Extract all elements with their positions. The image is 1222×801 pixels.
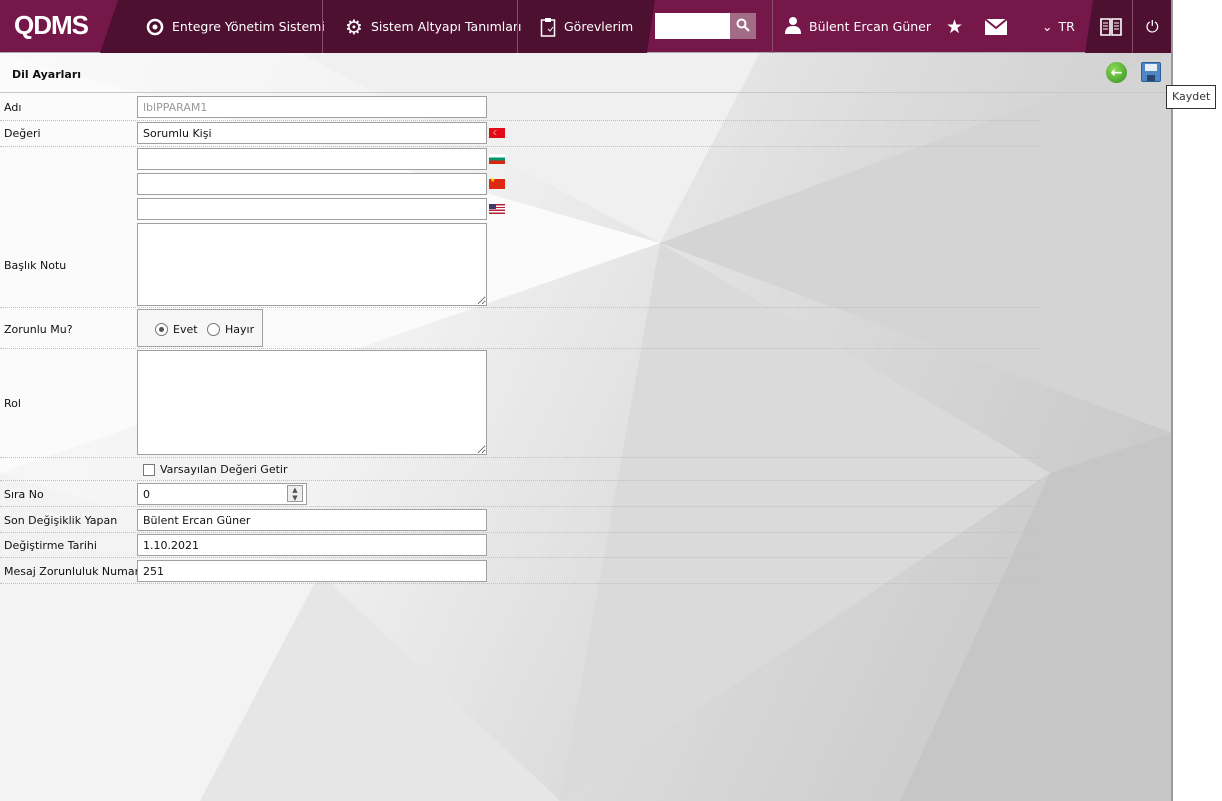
adi-input[interactable] [137, 96, 487, 118]
qdms-logo[interactable]: QDMS [14, 10, 89, 41]
help-book-icon[interactable] [1100, 0, 1122, 53]
qdms-circle-icon [146, 18, 164, 36]
language-label: TR [1058, 19, 1075, 34]
zorunlu-radio-group: Evet Hayır [137, 309, 263, 347]
mesaj-zorunluluk-input[interactable] [137, 560, 487, 582]
save-button[interactable] [1141, 62, 1161, 82]
search-button[interactable] [730, 13, 756, 39]
degeri-us-input[interactable] [137, 198, 487, 220]
nav-label: Görevlerim [564, 19, 634, 34]
app-window: QDMS Entegre Yönetim Sistemi ⚙ Sistem Al… [0, 0, 1173, 801]
chevron-down-icon: ⌄ [1042, 19, 1053, 34]
page-title: Dil Ayarları [12, 68, 82, 81]
bulgaria-flag-icon [489, 154, 505, 164]
degistirme-tarihi-label: Değiştirme Tarihi [4, 539, 97, 552]
gear-icon: ⚙ [345, 14, 363, 39]
zorunlu-label: Zorunlu Mu? [4, 323, 73, 336]
baslik-notu-textarea[interactable] [137, 223, 487, 306]
radio-hayir-label: Hayır [225, 323, 255, 336]
son-degisiklik-label: Son Değişiklik Yapan [4, 514, 118, 527]
user-name: Bülent Ercan Güner [809, 19, 932, 34]
stepper-up-icon[interactable]: ▲ [288, 486, 302, 494]
search-input[interactable] [655, 13, 730, 39]
turkey-flag-icon: ☾ [489, 128, 505, 138]
son-degisiklik-input[interactable] [137, 509, 487, 531]
user-icon [785, 16, 801, 37]
degeri-bg-input[interactable] [137, 148, 487, 170]
rol-label: Rol [4, 397, 21, 410]
nav-entegre-yonetim[interactable]: Entegre Yönetim Sistemi [146, 0, 325, 53]
degeri-tr-input[interactable] [137, 122, 487, 144]
language-select[interactable]: ⌄ TR [1042, 0, 1075, 53]
power-icon[interactable]: ⏻ [1146, 0, 1159, 53]
radio-evet[interactable]: Evet [155, 323, 198, 336]
nav-label: Entegre Yönetim Sistemi [172, 19, 325, 34]
mesaj-zorunluluk-label: Mesaj Zorunluluk Numarası [4, 565, 155, 578]
china-flag-icon: ★ [489, 177, 505, 189]
baslik-notu-label: Başlık Notu [4, 259, 67, 272]
sira-no-label: Sıra No [4, 488, 44, 501]
degeri-label: Değeri [4, 127, 41, 140]
adi-label: Adı [4, 101, 22, 114]
nav-sistem-altyapi[interactable]: ⚙ Sistem Altyapı Tanımları [345, 0, 522, 53]
search-icon [736, 18, 750, 35]
varsayilan-checkbox[interactable]: Varsayılan Değeri Getir [143, 463, 287, 476]
save-tooltip: Kaydet [1166, 85, 1216, 109]
user-menu[interactable]: Bülent Ercan Güner [785, 0, 931, 53]
sira-no-stepper[interactable]: ▲ ▼ [287, 485, 303, 502]
degeri-cn-input[interactable] [137, 173, 487, 195]
arrow-left-icon: ← [1110, 64, 1123, 81]
nav-gorevlerim[interactable]: Görevlerim [540, 0, 633, 53]
top-navbar: QDMS Entegre Yönetim Sistemi ⚙ Sistem Al… [0, 0, 1171, 53]
mail-icon[interactable] [985, 0, 1007, 53]
clipboard-icon [540, 17, 556, 37]
radio-evet-label: Evet [173, 323, 198, 336]
rol-textarea[interactable] [137, 350, 487, 455]
nav-label: Sistem Altyapı Tanımları [370, 19, 522, 34]
radio-hayir[interactable]: Hayır [207, 323, 254, 336]
favorites-star-icon[interactable]: ★ [946, 0, 963, 53]
usa-flag-icon [489, 204, 505, 214]
stepper-down-icon[interactable]: ▼ [288, 494, 302, 502]
degistirme-tarihi-input[interactable] [137, 534, 487, 556]
floppy-disk-icon [1145, 64, 1157, 71]
varsayilan-label: Varsayılan Değeri Getir [160, 463, 288, 476]
sira-no-input[interactable] [137, 483, 307, 505]
back-button[interactable]: ← [1106, 62, 1127, 83]
